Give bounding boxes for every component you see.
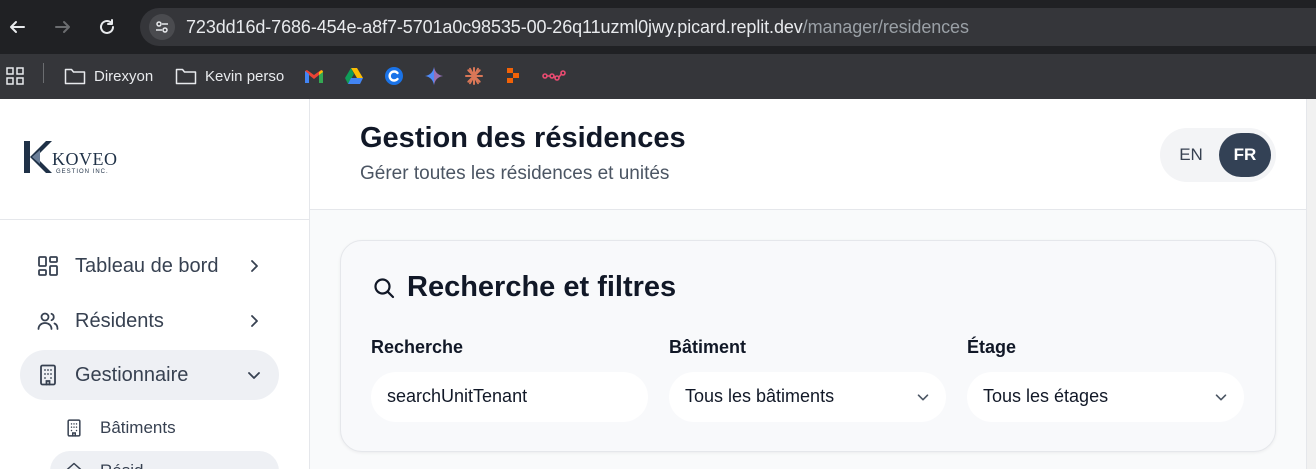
forward-button[interactable]	[50, 14, 76, 40]
page-header: Gestion des résidences Gérer toutes les …	[310, 99, 1306, 210]
sidebar-subitem-label: Bâtiments	[100, 418, 176, 437]
chevron-down-icon	[917, 394, 929, 401]
logo-text: KOVEO	[52, 149, 118, 169]
sidebar: KOVEO GESTION INC. Tableau de bord Résid…	[0, 99, 310, 469]
chevron-right-icon	[251, 315, 258, 327]
search-input[interactable]: searchUnitTenant	[371, 372, 648, 422]
sidebar-item-dashboard[interactable]: Tableau de bord	[20, 241, 279, 291]
building-select-value: Tous les bâtiments	[685, 386, 835, 406]
filters-title: Recherche et filtres	[407, 271, 677, 303]
sidebar-item-label: Résidents	[75, 310, 164, 332]
address-bar[interactable]: 723dd16d-7686-454e-a8f7-5701a0c98535-00-…	[140, 8, 1316, 46]
floor-select-value: Tous les étages	[983, 386, 1109, 406]
bookmarks-bar: Direxyon Kevin perso	[0, 54, 1316, 99]
url-path: /manager/residences	[802, 17, 969, 37]
tune-icon	[156, 21, 168, 33]
n8n-icon	[542, 70, 566, 81]
language-switcher: EN FR	[1160, 128, 1276, 182]
home-icon	[66, 462, 82, 469]
koveo-logo[interactable]: KOVEO GESTION INC.	[22, 139, 132, 179]
bookmark-n8n[interactable]	[542, 65, 566, 87]
page-title: Gestion des résidences	[360, 122, 686, 154]
building-label: Bâtiment	[669, 337, 747, 357]
sidebar-subitem-residences[interactable]: Résid	[50, 451, 279, 469]
sidebar-subitem-label: Résid	[100, 461, 143, 469]
bookmark-kevin-perso[interactable]: Kevin perso	[175, 65, 284, 87]
folder-icon	[175, 68, 197, 85]
site-info-button[interactable]	[149, 14, 175, 40]
back-button[interactable]	[4, 14, 30, 40]
url-host: 723dd16d-7686-454e-a8f7-5701a0c98535-00-…	[186, 17, 803, 37]
google-drive-icon	[345, 68, 363, 84]
chevron-down-icon	[248, 372, 260, 379]
bookmark-direxyon[interactable]: Direxyon	[64, 65, 153, 87]
bookmark-gemini[interactable]	[424, 65, 444, 87]
users-icon	[37, 312, 59, 330]
bookmark-separator	[43, 63, 44, 83]
lang-en-button[interactable]: EN	[1168, 134, 1214, 176]
koveo-k-icon	[24, 141, 52, 173]
page-subtitle: Gérer toutes les résidences et unités	[360, 163, 670, 184]
apps-button[interactable]	[6, 65, 24, 87]
claude-icon	[465, 67, 483, 85]
arrow-right-icon	[55, 21, 70, 33]
arrow-left-icon	[10, 21, 25, 33]
chevron-down-icon	[1215, 394, 1227, 401]
folder-icon	[64, 68, 86, 85]
bookmark-label: Kevin perso	[205, 67, 285, 85]
logo-tagline: GESTION INC.	[56, 169, 109, 175]
c-app-icon	[385, 67, 403, 85]
bookmark-drive[interactable]	[344, 65, 364, 87]
url-text: 723dd16d-7686-454e-a8f7-5701a0c98535-00-…	[186, 17, 969, 38]
reload-icon	[100, 19, 114, 34]
filters-card: Recherche et filtres Recherche searchUni…	[340, 240, 1276, 452]
search-label: Recherche	[371, 337, 464, 357]
building-icon	[67, 419, 81, 437]
logo-area: KOVEO GESTION INC.	[0, 99, 309, 220]
gmail-icon	[305, 70, 323, 83]
building-icon	[40, 364, 56, 386]
browser-toolbar: 723dd16d-7686-454e-a8f7-5701a0c98535-00-…	[0, 0, 1316, 54]
sidebar-item-label: Tableau de bord	[75, 255, 219, 277]
bookmark-label: Direxyon	[94, 67, 154, 85]
bookmark-c-app[interactable]	[384, 65, 404, 87]
sidebar-subitem-buildings[interactable]: Bâtiments	[50, 408, 279, 448]
bookmark-claude[interactable]	[464, 65, 484, 87]
building-select[interactable]: Tous les bâtiments	[669, 372, 946, 422]
dashboard-icon	[38, 256, 58, 276]
chevron-right-icon	[251, 260, 258, 272]
reload-button[interactable]	[94, 14, 120, 40]
sidebar-item-residents[interactable]: Résidents	[20, 296, 279, 346]
scrollbar[interactable]	[1306, 99, 1316, 469]
sidebar-item-label: Gestionnaire	[75, 364, 189, 386]
apps-grid-icon	[6, 67, 24, 85]
search-icon	[374, 278, 395, 299]
replit-icon	[507, 68, 519, 83]
floor-select[interactable]: Tous les étages	[967, 372, 1244, 422]
lang-fr-button[interactable]: FR	[1219, 133, 1271, 177]
sidebar-item-manager[interactable]: Gestionnaire	[20, 350, 279, 400]
gemini-icon	[425, 67, 443, 85]
bookmark-replit[interactable]	[504, 65, 522, 87]
search-input-value: searchUnitTenant	[387, 386, 528, 406]
bookmark-gmail[interactable]	[304, 65, 324, 87]
floor-label: Étage	[967, 337, 1017, 357]
